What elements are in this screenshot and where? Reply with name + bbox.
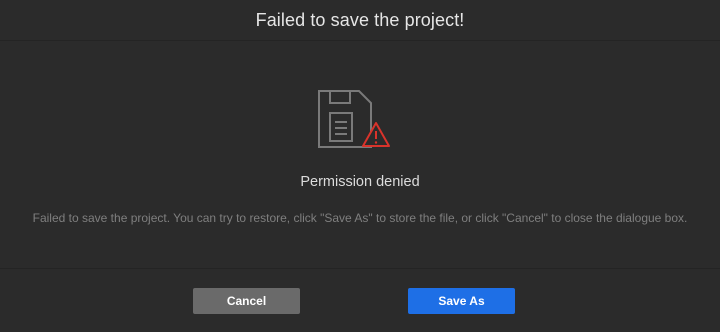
error-message: Failed to save the project. You can try … bbox=[32, 211, 688, 225]
dialog-title: Failed to save the project! bbox=[255, 9, 465, 30]
dialog-title-bar: Failed to save the project! bbox=[0, 0, 720, 41]
cancel-button[interactable]: Cancel bbox=[193, 288, 300, 314]
error-heading: Permission denied bbox=[300, 174, 420, 190]
dialog-body: Permission denied Failed to save the pro… bbox=[0, 41, 720, 269]
dialog-footer: Cancel Save As bbox=[0, 269, 720, 332]
floppy-disk-warning-icon bbox=[316, 89, 392, 149]
save-failed-dialog: Failed to save the project! Permission d… bbox=[0, 0, 720, 332]
save-as-button[interactable]: Save As bbox=[408, 288, 515, 314]
